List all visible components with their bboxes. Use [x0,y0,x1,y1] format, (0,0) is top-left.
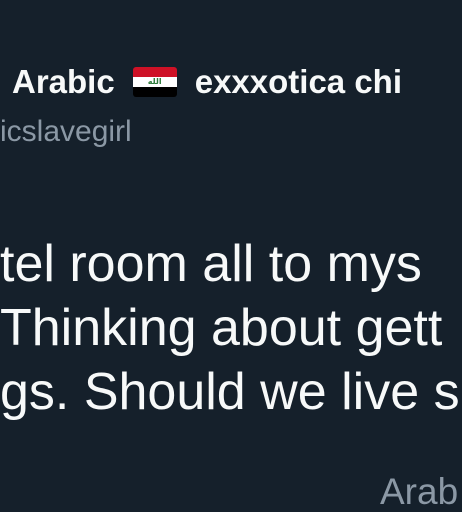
tweet-text: tel room all to mys Thinking about gett … [0,232,460,424]
display-name-suffix[interactable]: exxxotica chi [195,62,402,102]
translate-link[interactable]: Arab [380,470,458,512]
display-name[interactable]: Arabic [12,62,115,102]
tweet-text-line: Thinking about gett [0,299,443,357]
tweet-text-line: gs. Should we live s [0,363,460,421]
iraq-flag-icon: الله [132,67,177,97]
tweet-card: Arabic الله exxxotica chi icslavegirl te… [0,0,462,512]
author-name-row[interactable]: Arabic الله exxxotica chi [12,62,402,102]
user-handle[interactable]: icslavegirl [0,114,132,150]
tweet-text-line: tel room all to mys [0,235,422,293]
